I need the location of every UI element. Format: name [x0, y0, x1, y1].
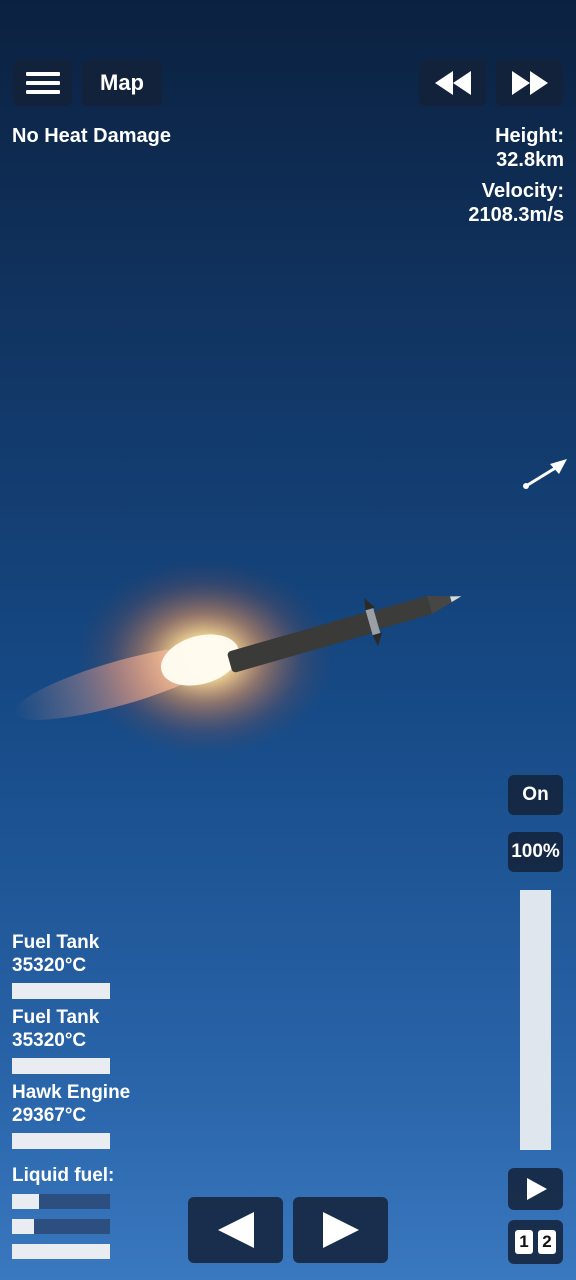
stage-2-label: 2 — [538, 1230, 556, 1254]
fast-forward-button[interactable] — [496, 60, 563, 106]
map-button[interactable]: Map — [82, 60, 162, 106]
play-stage-icon — [526, 1178, 547, 1200]
rotate-left-icon — [217, 1212, 254, 1248]
part-health-bar-2 — [12, 1058, 110, 1074]
velocity-value: 2108.3m/s — [468, 204, 564, 226]
height-label: Height: — [495, 125, 564, 147]
part-health-bar-1 — [12, 983, 110, 999]
stage-selector[interactable]: 1 2 — [508, 1220, 563, 1264]
part-temp-3: 29367°C — [12, 1105, 87, 1126]
rotate-left-button[interactable] — [188, 1197, 283, 1263]
fuel-bar-3 — [12, 1244, 110, 1259]
part-name-2: Fuel Tank — [12, 1007, 100, 1028]
part-name-3: Hawk Engine — [12, 1082, 131, 1103]
rewind-button[interactable] — [419, 60, 486, 106]
velocity-label: Velocity: — [481, 180, 564, 202]
stage-1-label: 1 — [515, 1230, 533, 1254]
part-temp-2: 35320°C — [12, 1030, 87, 1051]
throttle-readout: 100% — [508, 832, 563, 872]
activate-stage-button[interactable] — [508, 1168, 563, 1210]
rotate-right-icon — [322, 1212, 359, 1248]
map-label: Map — [100, 70, 144, 95]
heat-damage-status: No Heat Damage — [12, 125, 171, 147]
menu-button[interactable] — [13, 60, 72, 106]
part-name-1: Fuel Tank — [12, 932, 100, 953]
liquid-fuel-label: Liquid fuel: — [12, 1165, 115, 1186]
throttle-slider[interactable] — [520, 890, 551, 1150]
rewind-icon — [434, 71, 471, 95]
fuel-bar-2 — [12, 1219, 110, 1234]
height-value: 32.8km — [496, 149, 564, 171]
engine-toggle-label: On — [522, 784, 549, 805]
fast-forward-icon — [511, 71, 548, 95]
part-temp-1: 35320°C — [12, 955, 87, 976]
part-health-bar-3 — [12, 1133, 110, 1149]
throttle-fill — [520, 890, 551, 1150]
fuel-bar-1 — [12, 1194, 110, 1209]
rotate-right-button[interactable] — [293, 1197, 388, 1263]
rocket-scene — [14, 558, 462, 758]
engine-toggle-button[interactable]: On — [508, 775, 563, 815]
throttle-label: 100% — [511, 841, 560, 862]
menu-icon — [25, 67, 60, 99]
